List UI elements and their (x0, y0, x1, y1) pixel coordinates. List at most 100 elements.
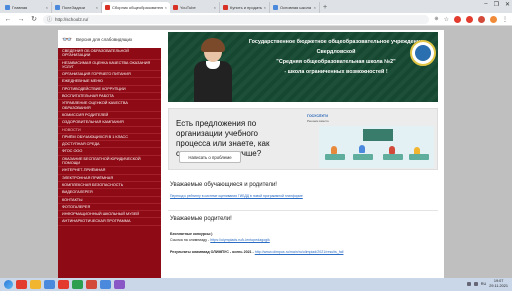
taskbar-app-icon[interactable] (16, 280, 27, 289)
close-tab-icon[interactable]: × (163, 5, 167, 10)
favicon-icon (223, 5, 228, 10)
sidebar-menu-item[interactable]: Противодействие коррупции (58, 86, 161, 94)
minimize-button[interactable]: – (484, 1, 487, 8)
header-banner: Государственное бюджетное общеобразовате… (168, 32, 438, 102)
report-problem-button[interactable]: Написать о проблеме (179, 151, 241, 163)
new-tab-button[interactable]: + (320, 2, 330, 13)
results-link[interactable]: http://www.olimpus.ru/main/ru/olimpiad/2… (255, 250, 344, 254)
back-button[interactable]: ← (4, 16, 12, 23)
contests-label: Бесплатные конкурсы:) (170, 232, 213, 236)
site-container: 👓 Версия для слабовидящих Сведения об об… (58, 30, 444, 278)
kid-figure (389, 146, 395, 154)
tab-title: Купить и продать - YouTube (230, 5, 262, 10)
taskbar-app-icon[interactable] (72, 280, 83, 289)
desk (383, 154, 403, 160)
taskbar-app-icon[interactable] (100, 280, 111, 289)
maximize-button[interactable]: ❐ (494, 1, 499, 8)
start-button[interactable] (4, 280, 13, 289)
sidebar-menu-item[interactable]: Оказание бесплатной юридической помощи (58, 156, 161, 168)
window-controls: – ❐ ✕ (484, 1, 510, 8)
sidebar-menu-item[interactable]: ФГОС ООО (58, 148, 161, 156)
sidebar-menu-item[interactable]: Информационный школьный музей (58, 211, 161, 219)
info-icon[interactable]: ⓘ (47, 16, 52, 23)
visually-impaired-version-link[interactable]: 👓 Версия для слабовидящих (58, 30, 161, 48)
sidebar-menu-item[interactable]: Новости (58, 127, 161, 134)
close-tab-icon[interactable]: × (94, 5, 98, 10)
reload-button[interactable]: ↻ (30, 15, 38, 23)
sidebar-menu-item[interactable]: Комиссия родителей (58, 112, 161, 120)
sidebar-menu-item[interactable]: Фотогалерея (58, 204, 161, 212)
extension-icon[interactable] (478, 15, 485, 23)
sidebar-menu-item[interactable]: Доступная среда (58, 141, 161, 149)
sidebar-menu-item[interactable]: Независимая оценка качества оказания усл… (58, 60, 161, 72)
gosuslugi-logo: ГОСУСЛУГИ (307, 114, 328, 118)
desk (409, 154, 429, 160)
browser-tab[interactable]: Главная × (2, 2, 52, 13)
school-title-line4: - школа ограниченных возможностей ! (284, 69, 388, 75)
extension-icon[interactable] (454, 15, 461, 23)
close-tab-icon[interactable]: × (212, 5, 216, 10)
close-tab-icon[interactable]: × (312, 5, 316, 10)
school-title: Государственное бюджетное общеобразовате… (246, 37, 426, 77)
sidebar-menu-item[interactable]: Видеогалерея (58, 189, 161, 197)
language-indicator[interactable]: RU (481, 282, 486, 286)
page-viewport: 👓 Версия для слабовидящих Сведения об об… (0, 26, 512, 278)
olympiad-row: Ссылка на олимпиаду - https://olympiads.… (170, 238, 270, 242)
sidebar-menu-item[interactable]: Управление оценкой качества образования (58, 100, 161, 112)
browser-toolbar: ← → ↻ ⓘ http://school2.ru/ ⊕ ☆ ⋮ (0, 13, 512, 26)
system-tray: RU 19:07 29.11.2021 (466, 279, 508, 288)
taskbar-app-icon[interactable] (44, 280, 55, 289)
browser-tab[interactable]: YouTube × (170, 2, 220, 13)
classroom-illustration (319, 126, 434, 168)
extension-icon[interactable] (466, 15, 473, 23)
forward-button[interactable]: → (17, 16, 25, 23)
sidebar-menu-item[interactable]: Интернет-приёмная (58, 167, 161, 175)
taskbar-app-icon[interactable] (86, 280, 97, 289)
kid-figure (331, 146, 337, 154)
close-tab-icon[interactable]: × (262, 5, 266, 10)
sidebar-menu-item[interactable]: Приём обучающихся в 1 класс (58, 134, 161, 142)
clock-date: 29.11.2021 (489, 283, 508, 288)
sidebar-menu-item[interactable]: Электронная приёмная (58, 175, 161, 182)
sidebar-menu-item[interactable]: Сведения об образовательной организации (58, 48, 161, 60)
network-icon[interactable] (466, 281, 471, 286)
school-emblem (410, 40, 436, 66)
sidebar-menu-item[interactable]: Организация горячего питания (58, 71, 161, 79)
sidebar-menu-item[interactable]: Оздоровительная кампания (58, 119, 161, 127)
tab-title: Основная школа (280, 5, 312, 10)
menu-icon[interactable]: ⋮ (502, 16, 508, 23)
browser-tab[interactable]: Основная школа × (270, 2, 320, 13)
glasses-icon: 👓 (62, 34, 72, 44)
rating-link[interactable]: Переход к рейтингу в системе оценивания … (170, 194, 303, 198)
profile-avatar[interactable] (490, 15, 497, 23)
taskbar-app-icon[interactable] (30, 280, 41, 289)
olympiad-label: Ссылка на олимпиаду (170, 238, 208, 242)
divider (168, 210, 438, 211)
classroom-board (363, 129, 393, 141)
desk (353, 154, 373, 160)
star-icon[interactable]: ☆ (444, 16, 449, 23)
sidebar-menu-item[interactable]: Ежедневные меню (58, 78, 161, 86)
sidebar-menu-item[interactable]: Комплексная безопасность (58, 182, 161, 190)
toolbar-right: ⊕ ☆ ⋮ (434, 15, 508, 23)
taskbar-app-icon[interactable] (114, 280, 125, 289)
clock[interactable]: 19:07 29.11.2021 (489, 279, 508, 288)
taskbar-apps (16, 280, 125, 289)
sidebar-menu-item[interactable]: Контакты (58, 197, 161, 204)
sidebar-menu-item[interactable]: Антинаркотическая программа (58, 218, 161, 226)
zoom-icon[interactable]: ⊕ (434, 16, 438, 22)
student-hair (201, 38, 225, 52)
browser-tab[interactable]: Сборник общеобразовательных...× (102, 2, 170, 13)
address-bar[interactable]: ⓘ http://school2.ru/ (43, 14, 430, 24)
taskbar-app-icon[interactable] (58, 280, 69, 289)
sidebar-menu-item[interactable]: Воспитательная работа (58, 93, 161, 101)
browser-tab[interactable]: Купить и продать - YouTube× (220, 2, 270, 13)
favicon-icon (55, 5, 60, 10)
browser-tab[interactable]: ПолеЗадачи × (52, 2, 102, 13)
close-tab-icon[interactable]: × (44, 5, 48, 10)
volume-icon[interactable] (473, 281, 478, 286)
close-window-button[interactable]: ✕ (505, 1, 510, 8)
favicon-icon (273, 5, 278, 10)
sidebar-menu: Сведения об образовательной организации Н… (58, 48, 161, 226)
olympiad-link[interactable]: https://olympiads.ru/k-lentopedagogik (210, 238, 270, 242)
